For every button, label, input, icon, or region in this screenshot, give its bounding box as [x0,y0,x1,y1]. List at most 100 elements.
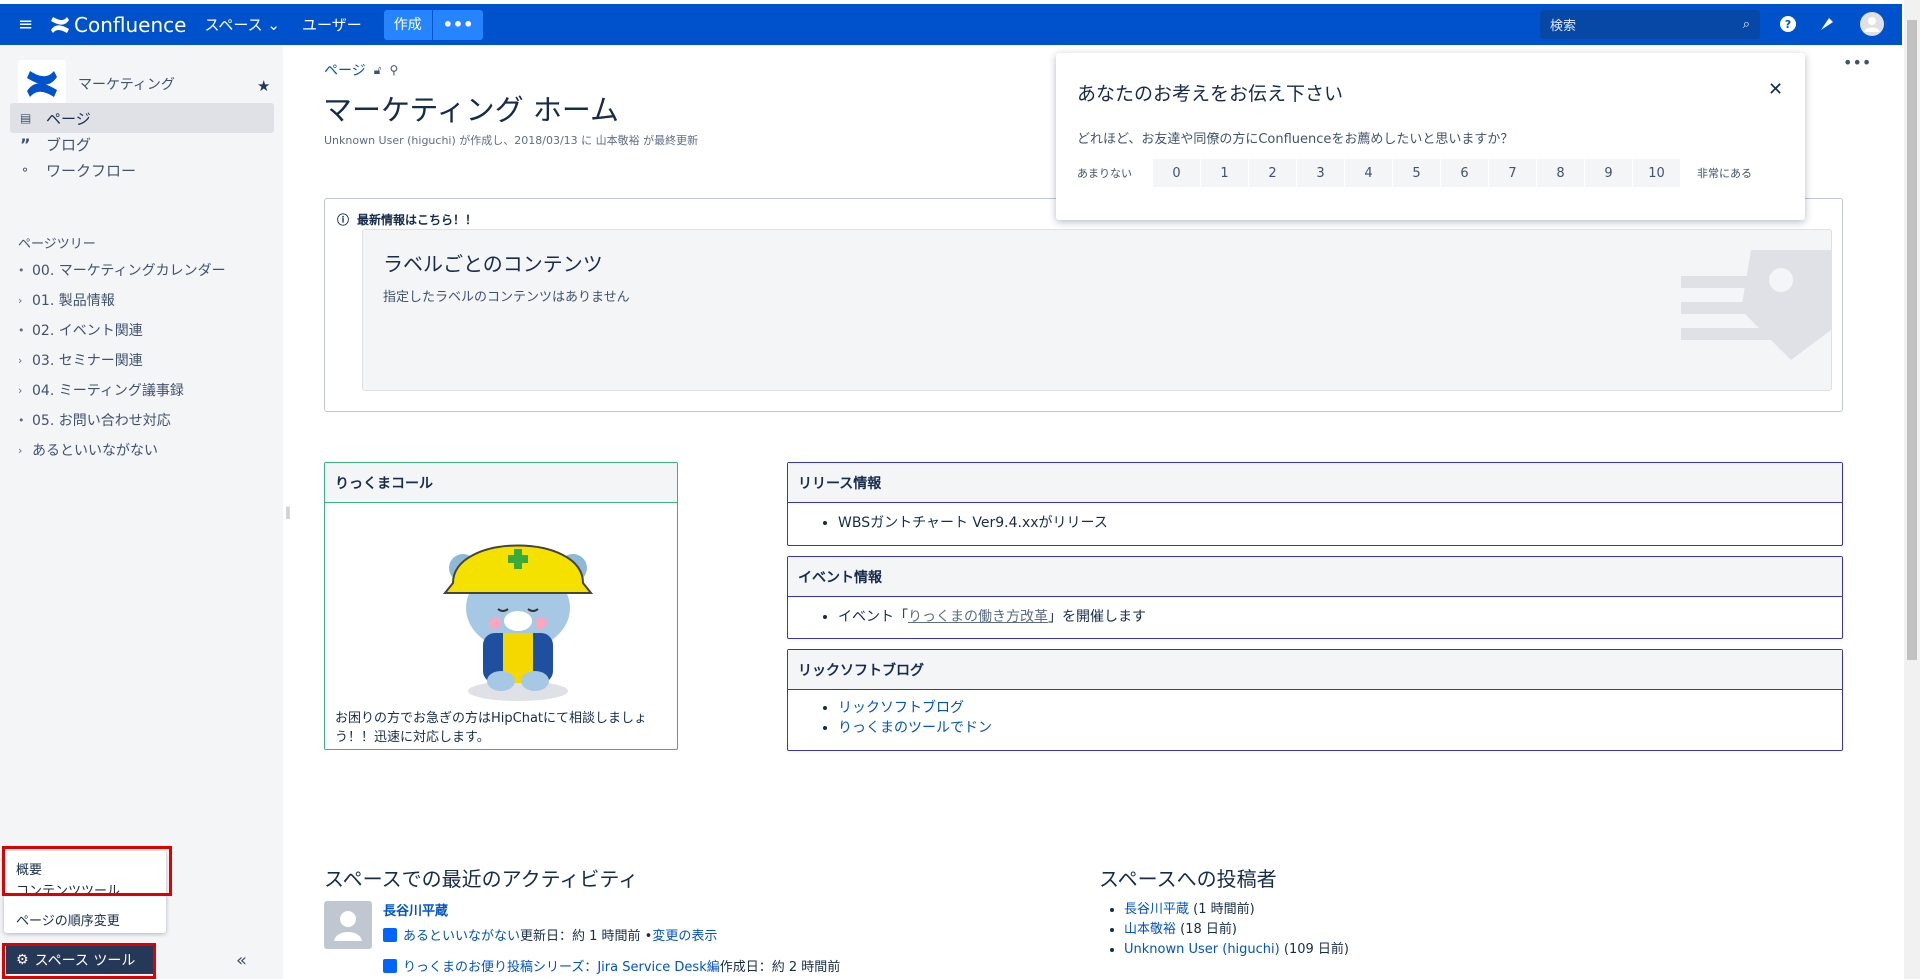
page-title: マーケティング ホーム [323,93,620,127]
score-button[interactable]: 7 [1489,159,1536,187]
space-sidebar: マーケティング ★ ▤ ページ ” ブログ ⚬ ワークフロー ページツリー • 0… [0,45,283,979]
info-icon: ⓘ [337,213,350,227]
score-button[interactable]: 8 [1537,159,1584,187]
score-button[interactable]: 9 [1585,159,1632,187]
score-button[interactable]: 0 [1153,159,1200,187]
users-menu[interactable]: ユーザー [302,14,362,35]
hamburger-menu-icon[interactable]: ≡ [18,14,40,35]
chevron-right-icon[interactable]: › [18,294,32,307]
release-item: WBSガントチャート Ver9.4.xxがリリース [838,513,1842,533]
info-panel: ⓘ 最新情報はこちら！！ ラベルごとのコンテンツ 指定したラベルのコンテンツはあ… [324,198,1843,412]
tree-bullet: • [18,323,25,337]
score-button[interactable]: 2 [1249,159,1296,187]
search-input[interactable]: 検索 ⌕ [1540,10,1760,39]
space-logo [18,60,66,108]
attachment-icon[interactable]: ⚲ [390,63,399,77]
scale-high-label: 非常にある [1697,167,1752,180]
view-changes-link[interactable]: 変更の表示 [652,925,717,944]
spaces-menu[interactable]: スペース ⌄ [204,14,280,35]
confluence-space-icon [27,71,57,97]
tree-item-label: 05. お問い合わせ対応 [32,413,171,429]
tree-bullet: • [18,413,25,427]
contributors-list: 長谷川平蔵 (1 時間前) 山本敬裕 (18 日前) Unknown User … [1124,900,1349,960]
activity-page-link[interactable]: りっくまのお便り投稿シリーズ：Jira Service Desk編 [403,956,720,975]
blog-link[interactable]: りっくまのツールでドン [838,720,992,736]
sidebar-item-label: ブログ [46,135,92,154]
event-prefix: イベント「 [838,609,908,625]
tree-item-label: 01. 製品情報 [32,293,115,309]
score-button[interactable]: 5 [1393,159,1440,187]
event-info-heading: イベント情報 [788,557,1842,597]
avatar[interactable] [1860,12,1884,36]
label-content-title: ラベルごとのコンテンツ [383,252,603,276]
chevron-right-icon[interactable]: › [18,444,32,457]
avatar[interactable] [324,901,372,949]
page-scrollbar[interactable] [1904,0,1920,979]
survey-heading: あなたのお考えをお伝え下さい [1077,83,1344,105]
search-placeholder: 検索 [1550,19,1577,34]
event-item: イベント「りっくまの働き方改革」を開催します [838,607,1842,627]
collapse-sidebar-icon[interactable]: « [236,950,247,971]
tree-item[interactable]: › 03. セミナー関連 [18,350,143,370]
label-content-box: ラベルごとのコンテンツ 指定したラベルのコンテンツはありません [362,229,1832,391]
survey-scale: あまりない 0 1 2 3 4 5 6 7 8 9 10 非常にある [1077,159,1752,187]
help-icon[interactable]: ? [1778,14,1798,34]
tag-illustration-icon [1681,250,1831,360]
menu-item-reorder-pages[interactable]: ページの順序変更 [4,905,166,933]
score-button[interactable]: 6 [1441,159,1488,187]
contributor-link[interactable]: 山本敬裕 [1124,922,1176,937]
contributor-link[interactable]: 長谷川平蔵 [1124,902,1189,917]
scrollbar-thumb[interactable] [1907,20,1917,660]
sidebar-item-workflow[interactable]: ⚬ ワークフロー [10,155,274,185]
rikkuma-call-heading: りっくまコール [325,463,677,503]
tree-item-label: 03. セミナー関連 [32,353,143,369]
activity-row: りっくまのお便り投稿シリーズ：Jira Service Desk編 作成日：約 … [383,956,840,975]
blog-link[interactable]: リックソフトブログ [838,700,964,716]
tree-item-label: 04. ミーティング議事録 [32,383,184,399]
chevron-right-icon[interactable]: › [18,384,32,397]
breadcrumb-pages-link[interactable]: ページ [324,60,366,80]
notifications-icon[interactable] [1817,14,1837,34]
more-actions-icon[interactable]: ••• [1843,53,1871,72]
activity-row: あるといいながない 更新日：約 1 時間前 • 変更の表示 [383,925,717,944]
contributor-link[interactable]: Unknown User (higuchi) [1124,942,1280,957]
activity-user-link[interactable]: 長谷川平蔵 [383,900,448,919]
tree-item[interactable]: • 00. マーケティングカレンダー [18,260,226,280]
scale-low-label: あまりない [1077,167,1132,180]
tree-item[interactable]: › 01. 製品情報 [18,290,115,310]
score-button[interactable]: 10 [1633,159,1680,187]
chevron-down-icon: ⌄ [267,16,280,34]
page-tree-heading: ページツリー [18,237,96,252]
tree-item[interactable]: › 04. ミーティング議事録 [18,380,184,400]
activity-page-link[interactable]: あるといいながない [403,925,520,944]
recent-activity-heading: スペースでの最近のアクティビティ [324,867,639,891]
page-metadata: Unknown User (higuchi) が作成し、2018/03/13 に… [324,134,699,147]
label-content-empty-text: 指定したラベルのコンテンツはありません [383,290,630,305]
confluence-logo-icon [51,16,69,33]
activity-meta: 作成日：約 2 時間前 [719,960,841,975]
score-button[interactable]: 3 [1297,159,1344,187]
highlight-box-space-tools [2,943,156,979]
rikkuma-mascot-image [443,544,593,701]
space-name: マーケティング [78,77,175,93]
sidebar-item-label: ワークフロー [46,161,137,180]
tree-item-label: 02. イベント関連 [32,323,143,339]
create-button[interactable]: 作成 [384,9,433,40]
tree-item[interactable]: › あるといいながない [18,440,158,460]
tree-item[interactable]: • 05. お問い合わせ対応 [18,410,171,430]
star-icon[interactable]: ★ [257,77,270,95]
lock-icon[interactable]: 🔓︎ [374,63,382,78]
tree-item[interactable]: • 02. イベント関連 [18,320,143,340]
create-more-button[interactable]: ••• [433,15,484,34]
score-button[interactable]: 1 [1201,159,1248,187]
workflow-icon: ⚬ [20,163,31,177]
confluence-logo[interactable]: Confluence [50,13,186,37]
close-icon[interactable]: ✕ [1768,79,1783,100]
event-link[interactable]: りっくまの働き方改革 [908,609,1048,625]
activity-meta: 更新日：約 1 時間前 • [520,929,653,944]
score-button[interactable]: 4 [1345,159,1392,187]
event-suffix: 」を開催します [1048,609,1146,625]
page-icon: ▤ [20,111,32,125]
chevron-right-icon[interactable]: › [18,354,32,367]
ricksoft-blog-heading: リックソフトブログ [788,650,1842,690]
